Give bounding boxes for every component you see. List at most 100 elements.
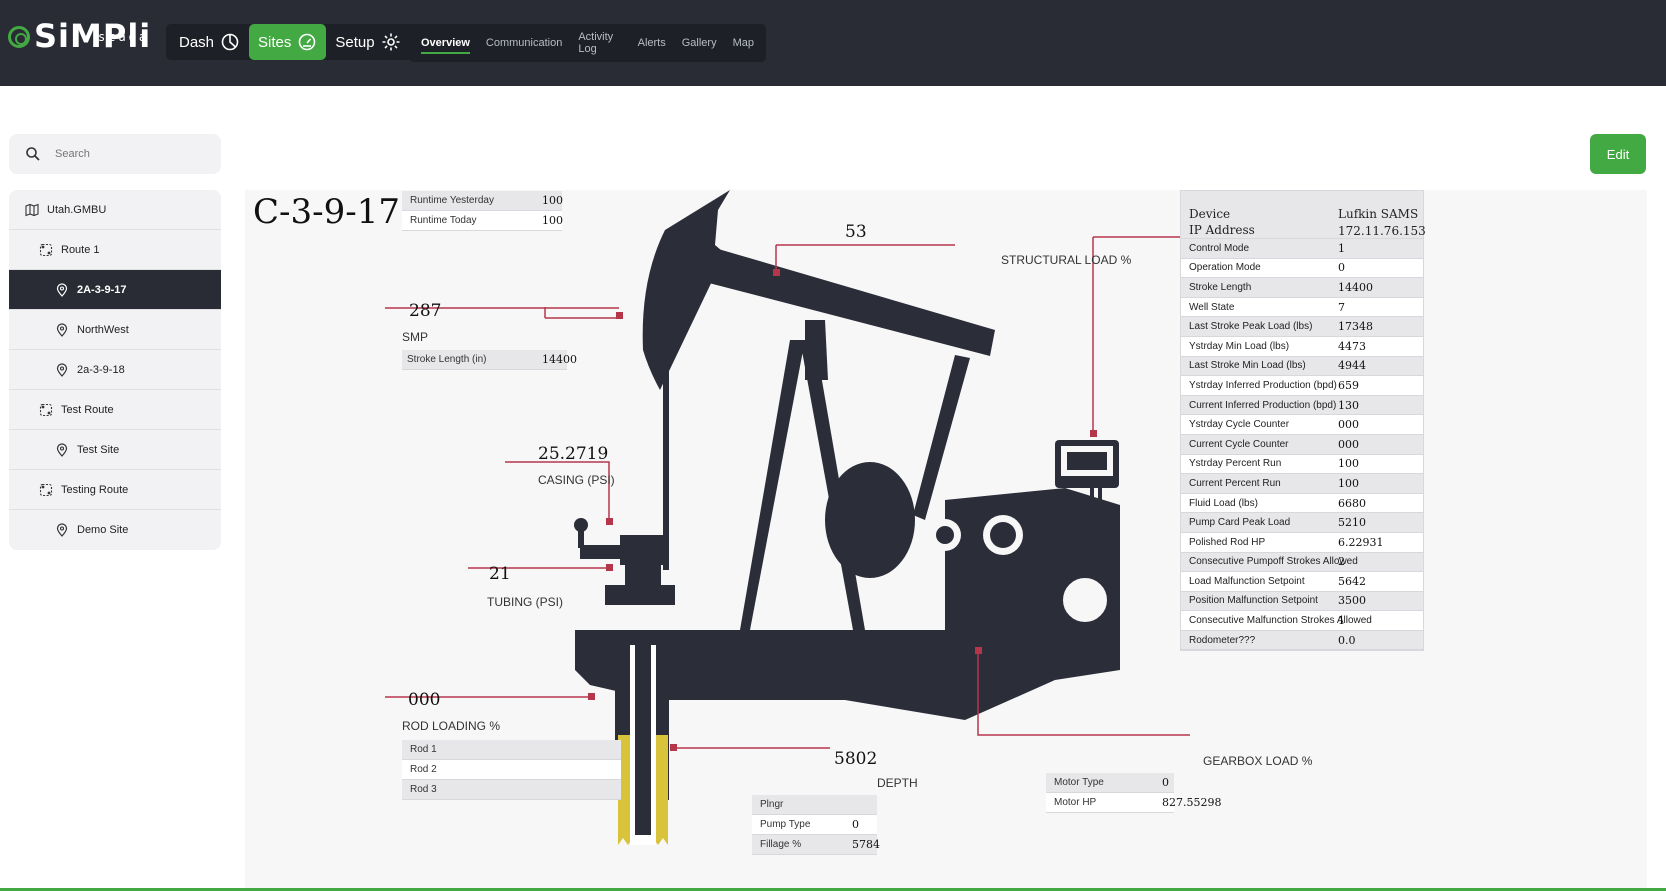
runtime-today-label: Runtime Today xyxy=(410,215,477,226)
stroke-length-table: Stroke Length (in) 14400 xyxy=(402,350,577,370)
tab-gallery[interactable]: Gallery xyxy=(682,24,717,62)
motor-hp-row: Motor HP 827.55298 xyxy=(1046,793,1222,813)
fillage-value: 5784 xyxy=(852,838,880,851)
motor-hp-label: Motor HP xyxy=(1054,797,1097,808)
route-icon xyxy=(39,403,53,416)
pie-chart-icon xyxy=(221,33,239,51)
structural-load-value: 53 xyxy=(845,222,867,242)
device-row-value: 6680 xyxy=(1338,496,1366,510)
device-row: Ystrday Min Load (lbs) 4473 xyxy=(1181,337,1423,357)
tubing-label: TUBING (PSI) xyxy=(487,595,564,609)
pump-type-row: Pump Type 0 xyxy=(752,815,877,835)
device-row-value: 4944 xyxy=(1338,359,1366,373)
tree-item-test-site[interactable]: Test Site xyxy=(9,430,221,470)
rod-label: Rod 2 xyxy=(410,764,437,775)
device-row: Pump Card Peak Load 5210 xyxy=(1181,513,1423,533)
tree-item-northwest[interactable]: NorthWest xyxy=(9,310,221,350)
device-row-value: 0 xyxy=(1338,261,1345,275)
tab-activity-log[interactable]: Activity Log xyxy=(578,24,621,62)
runtime-yesterday-row: Runtime Yesterday 100 xyxy=(402,191,563,211)
route-icon xyxy=(39,243,53,256)
fillage-row: Fillage % 5784 xyxy=(752,835,880,855)
device-row-key: Consecutive Pumpoff Strokes Allowed xyxy=(1189,556,1358,568)
tree-item-label: Route 1 xyxy=(61,243,100,256)
tree-item-label: Testing Route xyxy=(61,483,129,496)
stroke-length-value: 14400 xyxy=(542,353,577,366)
stroke-length-label: Stroke Length (in) xyxy=(407,354,487,365)
device-row-value: 100 xyxy=(1338,476,1359,490)
top-bar: SiMPli scada Dash Sites Setup Overview C… xyxy=(0,0,1666,86)
tubing-value: 21 xyxy=(489,564,511,584)
device-row-value: 1 xyxy=(1338,241,1345,255)
tree-item-2a-3-9-17[interactable]: 2A-3-9-17 xyxy=(9,270,221,310)
device-row-key: Ystrday Percent Run xyxy=(1189,458,1282,470)
device-row: Current Cycle Counter 000 xyxy=(1181,434,1423,455)
sites-button[interactable]: Sites xyxy=(249,24,327,60)
fillage-label: Fillage % xyxy=(760,839,802,850)
device-row-key: Ystrday Min Load (lbs) xyxy=(1189,340,1290,352)
stroke-length-row: Stroke Length (in) 14400 xyxy=(402,350,577,370)
location-pin-icon xyxy=(56,322,68,337)
tree-item-test-route[interactable]: Test Route xyxy=(9,390,221,430)
tree-item-label: 2A-3-9-17 xyxy=(77,283,127,296)
device-row-key: Control Mode xyxy=(1189,242,1250,254)
rod-table: Rod 1 Rod 2 Rod 3 xyxy=(402,740,621,800)
ip-address-label: IP Address xyxy=(1189,223,1255,237)
smp-label: SMP xyxy=(402,330,429,344)
site-tree: Utah.GMBU Route 1 2A-3-9-17 NorthWest 2a… xyxy=(9,190,221,550)
device-row-key: Polished Rod HP xyxy=(1189,536,1266,548)
runtime-table: Runtime Yesterday 100 Runtime Today 100 xyxy=(402,191,563,231)
motor-table: Motor Type 0 Motor HP 827.55298 xyxy=(1046,773,1222,813)
plunger-table: Plngr Pump Type 0 Fillage % 5784 xyxy=(752,795,880,855)
device-row: Rodometer??? 0.0 xyxy=(1181,630,1423,651)
device-row-value: 5210 xyxy=(1338,516,1366,530)
device-row: Polished Rod HP 6.22931 xyxy=(1181,533,1423,553)
tree-item-label: 2a-3-9-18 xyxy=(77,363,125,376)
sites-label: Sites xyxy=(258,33,292,51)
device-row-value: 6.22931 xyxy=(1338,535,1384,549)
search-icon xyxy=(26,147,40,161)
device-row-key: Ystrday Cycle Counter xyxy=(1189,419,1290,431)
device-row-key: Position Malfunction Setpoint xyxy=(1189,595,1318,607)
search-input[interactable] xyxy=(55,148,205,160)
edit-button[interactable]: Edit xyxy=(1590,134,1646,174)
well-diagram: C-3-9-17 Runtime Yesterday 100 Runtime T… xyxy=(245,190,1647,890)
tab-communication[interactable]: Communication xyxy=(486,24,562,62)
site-title: C-3-9-17 xyxy=(253,192,401,232)
tab-map[interactable]: Map xyxy=(733,24,754,62)
ip-address-value: 172.11.76.153 xyxy=(1338,224,1426,238)
device-row: Stroke Length 14400 xyxy=(1181,278,1423,298)
route-icon xyxy=(39,483,53,496)
device-row: Control Mode 1 xyxy=(1181,239,1423,259)
device-label: Device xyxy=(1189,207,1231,221)
rod-loading-label: ROD LOADING % xyxy=(402,719,501,733)
dash-button[interactable]: Dash xyxy=(170,24,249,60)
device-row-value: 2 xyxy=(1338,555,1345,569)
setup-button[interactable]: Setup xyxy=(326,24,409,60)
rod-loading-value: 000 xyxy=(408,690,441,710)
device-row-value: 0.0 xyxy=(1338,633,1356,647)
pump-type-value: 0 xyxy=(852,818,859,831)
tree-item-testing-route[interactable]: Testing Route xyxy=(9,470,221,510)
tree-item-route-1[interactable]: Route 1 xyxy=(9,230,221,270)
tab-overview[interactable]: Overview xyxy=(421,24,470,62)
device-row-value: 17348 xyxy=(1338,320,1373,334)
rod-row: Rod 2 xyxy=(402,760,621,780)
device-row: Ystrday Cycle Counter 000 xyxy=(1181,415,1423,435)
device-row: Position Malfunction Setpoint 3500 xyxy=(1181,591,1423,612)
device-row: Last Stroke Min Load (lbs) 4944 xyxy=(1181,356,1423,377)
tree-item-demo-site[interactable]: Demo Site xyxy=(9,510,221,550)
location-pin-icon xyxy=(56,442,68,457)
device-row: Last Stroke Peak Load (lbs) 17348 xyxy=(1181,317,1423,337)
tree-item-label: Test Route xyxy=(61,403,114,416)
gauge-icon xyxy=(299,33,316,51)
plunger-label: Plngr xyxy=(760,799,784,810)
motor-type-value: 0 xyxy=(1162,776,1169,789)
device-row: Fluid Load (lbs) 6680 xyxy=(1181,494,1423,514)
search-box xyxy=(9,134,221,174)
device-row-key: Fluid Load (lbs) xyxy=(1189,497,1258,509)
tree-item-utah-gmbu[interactable]: Utah.GMBU xyxy=(9,190,221,230)
tab-alerts[interactable]: Alerts xyxy=(638,24,666,62)
tree-item-2a-3-9-18[interactable]: 2a-3-9-18 xyxy=(9,350,221,390)
device-row-key: Current Cycle Counter xyxy=(1189,438,1289,450)
